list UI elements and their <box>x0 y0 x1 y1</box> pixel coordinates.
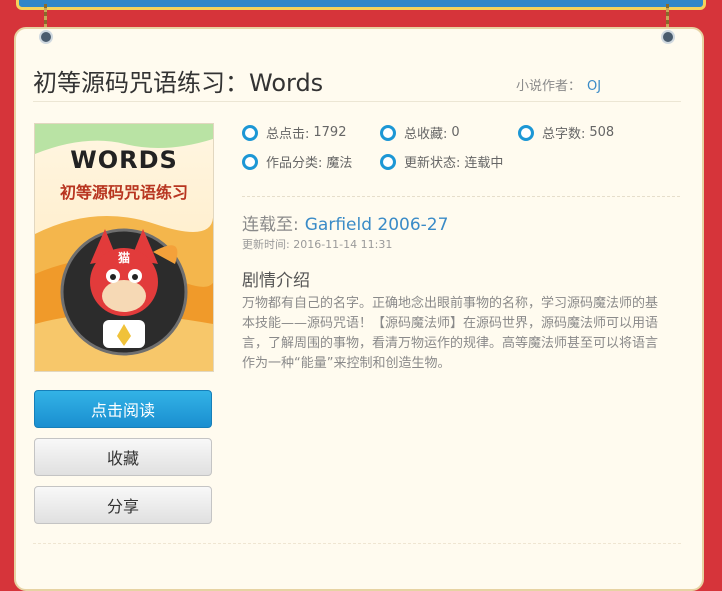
author-link[interactable]: OJ <box>587 79 601 94</box>
book-title: 初等源码咒语练习：Words <box>33 69 324 97</box>
stat-words: 总字数: 508 <box>518 123 614 142</box>
latest-label: 连载至: <box>242 215 299 235</box>
stat-value: 508 <box>589 125 615 140</box>
latest-chapter-link[interactable]: Garfield 2006-27 <box>305 215 449 235</box>
stat-value: 0 <box>451 125 460 140</box>
bottom-divider <box>33 543 681 544</box>
share-button[interactable]: 分享 <box>34 486 212 524</box>
bullet-icon <box>518 124 534 141</box>
synopsis-heading: 剧情介绍 <box>242 271 310 291</box>
read-button[interactable]: 点击阅读 <box>34 390 212 428</box>
stat-label: 总点击: <box>266 127 310 142</box>
nail-icon <box>39 30 53 44</box>
stat-value: 魔法 <box>326 156 353 171</box>
latest-chapter: 连载至: Garfield 2006-27 <box>242 210 448 235</box>
cover-heading: WORDS <box>70 146 178 174</box>
update-time: 更新时间: 2016-11-14 11:31 <box>242 238 393 251</box>
bullet-icon <box>242 153 258 170</box>
stat-label: 更新状态: <box>404 156 461 171</box>
stat-status: 更新状态: 连载中 <box>380 152 503 171</box>
stat-category: 作品分类: 魔法 <box>242 152 352 171</box>
stat-clicks: 总点击: 1792 <box>242 123 346 142</box>
stat-value: 连载中 <box>464 156 504 171</box>
stat-favorites: 总收藏: 0 <box>380 123 460 142</box>
nail-icon <box>661 30 675 44</box>
title-divider <box>33 101 681 102</box>
book-cover[interactable]: WORDS 初等源码咒语练习 猫 <box>34 123 214 372</box>
favorite-button[interactable]: 收藏 <box>34 438 212 476</box>
author-info: 小说作者： OJ <box>516 75 601 94</box>
synopsis-text: 万物都有自己的名字。正确地念出眼前事物的名称，学习源码魔法师的基本技能——源码咒… <box>242 296 659 371</box>
stat-label: 总字数: <box>542 127 586 142</box>
top-banner <box>16 0 706 10</box>
bullet-icon <box>380 124 396 141</box>
stats-divider <box>242 196 680 197</box>
bullet-icon <box>242 124 258 141</box>
stat-label: 作品分类: <box>266 156 323 171</box>
bullet-icon <box>380 153 396 170</box>
cover-subtitle: 初等源码咒语练习 <box>59 183 188 202</box>
stat-value: 1792 <box>313 125 347 140</box>
cover-badge-text: 猫 <box>117 251 130 265</box>
stat-label: 总收藏: <box>404 127 448 142</box>
author-label: 小说作者： <box>516 79 582 94</box>
